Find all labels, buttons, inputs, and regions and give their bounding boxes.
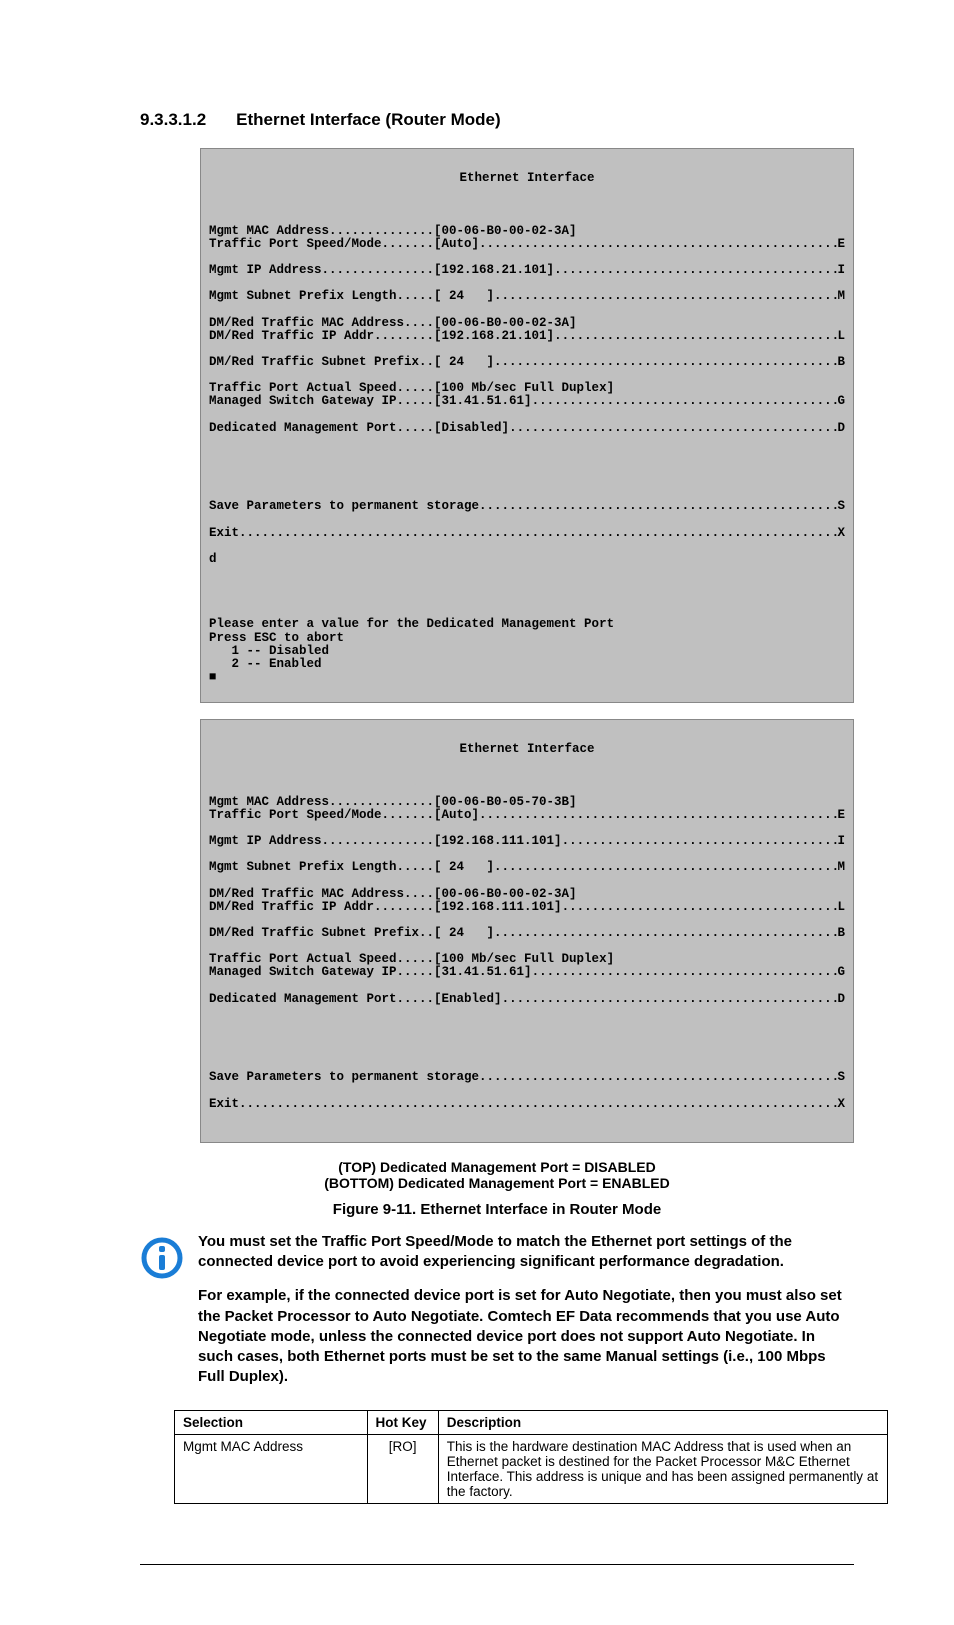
term2-exit: ExitX [209, 1098, 845, 1111]
table-header-row: Selection Hot Key Description [175, 1410, 888, 1434]
term1-option: 2 -- Enabled [209, 657, 322, 671]
note-text: You must set the Traffic Port Speed/Mode… [198, 1232, 854, 1402]
cell-hotkey: [RO] [367, 1434, 438, 1503]
term1-prompt: Press ESC to abort [209, 631, 344, 645]
info-icon [140, 1236, 184, 1280]
cell-selection: Mgmt MAC Address [175, 1434, 368, 1503]
term1-line: Mgmt Subnet Prefix Length.....[ 24 ]M [209, 290, 845, 303]
term1-d: d [209, 552, 217, 566]
caption-top: (TOP) Dedicated Management Port = DISABL… [140, 1159, 854, 1175]
col-description: Description [438, 1410, 887, 1434]
term2-line: DM/Red Traffic Subnet Prefix..[ 24 ]B [209, 927, 845, 940]
note-paragraph: For example, if the connected device por… [198, 1286, 854, 1387]
term2-line: Traffic Port Speed/Mode.......[Auto]E [209, 809, 845, 822]
term1-line: Mgmt IP Address...............[192.168.2… [209, 264, 845, 277]
term2-line: DM/Red Traffic MAC Address....[00-06-B0-… [209, 887, 577, 901]
term2-line: Mgmt IP Address...............[192.168.1… [209, 835, 845, 848]
table-row: Mgmt MAC Address [RO] This is the hardwa… [175, 1434, 888, 1503]
term1-line: DM/Red Traffic Subnet Prefix..[ 24 ]B [209, 356, 845, 369]
term1-line: Managed Switch Gateway IP.....[31.41.51.… [209, 395, 845, 408]
term2-line: Managed Switch Gateway IP.....[31.41.51.… [209, 966, 845, 979]
col-selection: Selection [175, 1410, 368, 1434]
term1-line: Mgmt MAC Address..............[00-06-B0-… [209, 224, 577, 238]
selection-table: Selection Hot Key Description Mgmt MAC A… [174, 1410, 888, 1504]
section-number: 9.3.3.1.2 [140, 110, 206, 130]
note-paragraph: You must set the Traffic Port Speed/Mode… [198, 1232, 854, 1273]
terminal-title: Ethernet Interface [209, 172, 845, 185]
term2-line: Mgmt Subnet Prefix Length.....[ 24 ]M [209, 861, 845, 874]
term2-line: Mgmt MAC Address..............[00-06-B0-… [209, 795, 577, 809]
section-title: Ethernet Interface (Router Mode) [236, 110, 500, 129]
caption-bottom: (BOTTOM) Dedicated Management Port = ENA… [140, 1175, 854, 1191]
cell-description: This is the hardware destination MAC Add… [438, 1434, 887, 1503]
footer-rule [140, 1564, 854, 1565]
terminal-screenshot-top: Ethernet Interface Mgmt MAC Address.....… [200, 148, 854, 703]
section-heading: 9.3.3.1.2 Ethernet Interface (Router Mode… [140, 110, 854, 130]
terminal-title: Ethernet Interface [209, 743, 845, 756]
term1-prompt: Please enter a value for the Dedicated M… [209, 617, 614, 631]
terminal-screenshot-bottom: Ethernet Interface Mgmt MAC Address.....… [200, 719, 854, 1143]
term1-exit: ExitX [209, 527, 845, 540]
term2-save: Save Parameters to permanent storageS [209, 1071, 845, 1084]
figure-title: Figure 9-11. Ethernet Interface in Route… [140, 1201, 854, 1218]
term1-line: DM/Red Traffic MAC Address....[00-06-B0-… [209, 316, 577, 330]
cursor-icon: ■ [209, 670, 217, 684]
term1-line: Traffic Port Actual Speed.....[100 Mb/se… [209, 381, 614, 395]
term1-line: Traffic Port Speed/Mode.......[Auto]E [209, 238, 845, 251]
term2-line: DM/Red Traffic IP Addr........[192.168.1… [209, 901, 845, 914]
term2-line: Traffic Port Actual Speed.....[100 Mb/se… [209, 952, 614, 966]
term1-line: Dedicated Management Port.....[Disabled]… [209, 422, 845, 435]
term1-option: 1 -- Disabled [209, 644, 329, 658]
term2-line: Dedicated Management Port.....[Enabled]D [209, 993, 845, 1006]
col-hotkey: Hot Key [367, 1410, 438, 1434]
term1-save: Save Parameters to permanent storageS [209, 500, 845, 513]
term1-line: DM/Red Traffic IP Addr........[192.168.2… [209, 330, 845, 343]
